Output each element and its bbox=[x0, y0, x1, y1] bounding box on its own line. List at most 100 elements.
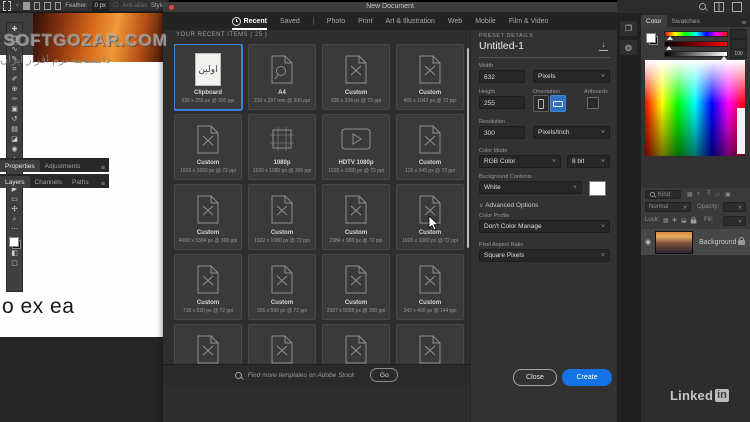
tab-web[interactable]: Web bbox=[448, 14, 462, 29]
foreground-swatch[interactable] bbox=[646, 33, 656, 43]
anti-alias-checkbox[interactable]: ☐ bbox=[113, 2, 118, 9]
template-card[interactable]: Custom 4000 x 3304 px @ 300 ppi bbox=[174, 184, 242, 250]
history-brush-tool[interactable]: ↺ bbox=[8, 115, 21, 125]
filter-shape-layers-icon[interactable]: ▱ bbox=[715, 191, 720, 198]
background-color-swatch[interactable] bbox=[589, 181, 606, 196]
tab-layers[interactable]: Layers bbox=[0, 176, 30, 188]
create-button[interactable]: Create bbox=[562, 369, 612, 386]
eraser-tool[interactable]: ▤ bbox=[8, 125, 21, 135]
filter-adjustment-layers-icon[interactable]: ◐ bbox=[697, 191, 701, 197]
pixel-aspect-ratio-select[interactable]: Square Pixels ∨ bbox=[479, 249, 610, 262]
hue-slider[interactable] bbox=[664, 31, 728, 37]
feather-input[interactable]: 0 px bbox=[91, 0, 109, 11]
template-card[interactable]: Custom 2384 x 985 px @ 72 ppi bbox=[322, 184, 390, 250]
grid-scrollbar[interactable] bbox=[467, 48, 469, 248]
workspace-switcher-icon[interactable] bbox=[732, 1, 742, 12]
tab-adjustments[interactable]: Adjustments bbox=[40, 160, 86, 172]
tab-swatches[interactable]: Swatches bbox=[667, 15, 705, 27]
panel-menu-icon[interactable]: ≡ bbox=[101, 181, 109, 188]
orientation-portrait-button[interactable] bbox=[533, 95, 549, 112]
tab-print[interactable]: Print bbox=[358, 14, 372, 29]
brightness-value[interactable]: 100 bbox=[730, 49, 747, 59]
template-card[interactable]: HDTV 1080p 1920 x 1080 px @ 72 ppi bbox=[322, 114, 390, 180]
advanced-options-toggle[interactable]: ∨ Advanced Options bbox=[479, 202, 538, 209]
resolution-unit-select[interactable]: Pixels/Inch ∨ bbox=[533, 126, 610, 139]
hue-slider-handle[interactable] bbox=[667, 36, 673, 40]
unit-select[interactable]: Pixels ∨ bbox=[533, 70, 610, 83]
stock-search-input[interactable]: Find more templates on Adobe Stock bbox=[248, 372, 355, 379]
template-card[interactable]: Custom 1602 x 1603 px @ 72 ppi bbox=[174, 114, 242, 180]
template-card[interactable] bbox=[396, 324, 464, 364]
filter-type-layers-icon[interactable]: T bbox=[707, 191, 711, 197]
panel-menu-icon[interactable]: ≡ bbox=[101, 165, 109, 172]
panel-menu-icon[interactable]: ≡ bbox=[742, 20, 750, 27]
brush-tool[interactable]: ✑ bbox=[8, 95, 21, 105]
fill-select[interactable]: ∨ bbox=[723, 216, 746, 226]
tab-photo[interactable]: Photo bbox=[327, 14, 345, 29]
filter-pixel-layers-icon[interactable]: ▦ bbox=[687, 191, 693, 198]
color-spectrum-picker[interactable] bbox=[645, 60, 745, 156]
tab-channels[interactable]: Channels bbox=[30, 176, 67, 188]
lock-position-icon[interactable]: ⬓ bbox=[681, 217, 687, 224]
chevron-down-icon[interactable]: ∨ bbox=[15, 3, 19, 9]
foreground-swatch[interactable] bbox=[8, 237, 19, 247]
tab-mobile[interactable]: Mobile bbox=[475, 14, 496, 29]
eyedropper-tool[interactable]: ✐ bbox=[8, 75, 21, 85]
tab-recent[interactable]: Recent bbox=[231, 13, 268, 30]
marquee-options-icon[interactable] bbox=[3, 0, 11, 11]
go-button[interactable]: Go bbox=[370, 368, 399, 382]
background-contents-select[interactable]: White ∨ bbox=[479, 181, 582, 194]
template-card[interactable]: A4 210 x 297 mm @ 300 ppi bbox=[248, 44, 316, 110]
saturation-value[interactable] bbox=[730, 39, 747, 49]
blur-tool[interactable]: ◉ bbox=[8, 145, 21, 155]
brightness-slider[interactable] bbox=[664, 51, 728, 57]
lock-pixels-icon[interactable]: ✚ bbox=[672, 217, 677, 224]
saturation-slider[interactable] bbox=[664, 41, 728, 47]
save-preset-icon[interactable]: ↓ bbox=[599, 41, 608, 51]
resolution-input[interactable]: 300 bbox=[479, 126, 525, 139]
tab-properties[interactable]: Properties bbox=[0, 160, 40, 172]
hue-value[interactable] bbox=[730, 29, 747, 39]
tab-saved[interactable]: Saved bbox=[280, 14, 300, 29]
template-card[interactable]: Custom 2387 x 5658 px @ 300 ppi bbox=[322, 254, 390, 320]
tab-art-illustration[interactable]: Art & Illustration bbox=[386, 14, 435, 29]
subtract-selection-icon[interactable] bbox=[44, 1, 51, 10]
collapsed-panel-icon[interactable]: ◍ bbox=[620, 40, 637, 55]
close-button[interactable]: Close bbox=[513, 369, 557, 386]
tab-color[interactable]: Color bbox=[641, 15, 667, 27]
layer-visibility-eye-icon[interactable]: ◉ bbox=[645, 238, 651, 246]
clone-stamp-tool[interactable]: ▣ bbox=[8, 105, 21, 115]
new-selection-icon[interactable] bbox=[23, 1, 30, 10]
lock-all-icon[interactable] bbox=[690, 217, 697, 224]
layer-filter-kind-select[interactable]: Kind bbox=[645, 190, 681, 199]
layer-row-background[interactable]: ◉ Background bbox=[641, 229, 750, 255]
template-card[interactable]: 1080p 1920 x 1080 px @ 300 ppi bbox=[248, 114, 316, 180]
tab-paths[interactable]: Paths bbox=[67, 176, 94, 188]
color-mode-select[interactable]: RGB Color ∨ bbox=[479, 155, 561, 168]
template-card[interactable]: Custom 718 x 620 px @ 72 ppi bbox=[174, 254, 242, 320]
more-tools-icon[interactable]: ⋯ bbox=[8, 225, 21, 235]
gradient-tool[interactable]: ◪ bbox=[8, 135, 21, 145]
filter-smart-objects-icon[interactable]: ▣ bbox=[725, 191, 731, 198]
healing-brush-tool[interactable]: ⊕ bbox=[8, 85, 21, 95]
lock-transparency-icon[interactable]: ▦ bbox=[663, 217, 669, 224]
opacity-select[interactable]: ∨ bbox=[723, 202, 746, 212]
template-card[interactable]: Custom 930 x 334 px @ 72 ppi bbox=[322, 44, 390, 110]
template-card[interactable] bbox=[248, 324, 316, 364]
intersect-selection-icon[interactable] bbox=[54, 1, 62, 10]
layer-thumbnail[interactable] bbox=[655, 230, 694, 254]
tab-film-video[interactable]: Film & Video bbox=[509, 14, 549, 29]
search-icon[interactable] bbox=[699, 3, 706, 10]
crop-tool[interactable]: ⌗ bbox=[8, 65, 21, 75]
libraries-panel-icon[interactable]: ❐ bbox=[620, 21, 637, 36]
template-card[interactable]: Custom 343 x 400 px @ 144 ppi bbox=[396, 254, 464, 320]
screen-mode-icon[interactable]: ▢ bbox=[8, 259, 21, 269]
template-card[interactable]: Custom 1922 x 1080 px @ 72 ppi bbox=[248, 184, 316, 250]
template-card[interactable]: Custom 466 x 1042 px @ 72 ppi bbox=[396, 44, 464, 110]
bit-depth-select[interactable]: 8 bit ∨ bbox=[567, 155, 610, 168]
template-card[interactable] bbox=[322, 324, 390, 364]
blend-mode-select[interactable]: Normal ∨ bbox=[645, 202, 691, 212]
width-input[interactable]: 632 bbox=[479, 70, 525, 83]
workspace-layout-icon[interactable] bbox=[714, 1, 724, 12]
add-selection-icon[interactable] bbox=[33, 1, 41, 10]
